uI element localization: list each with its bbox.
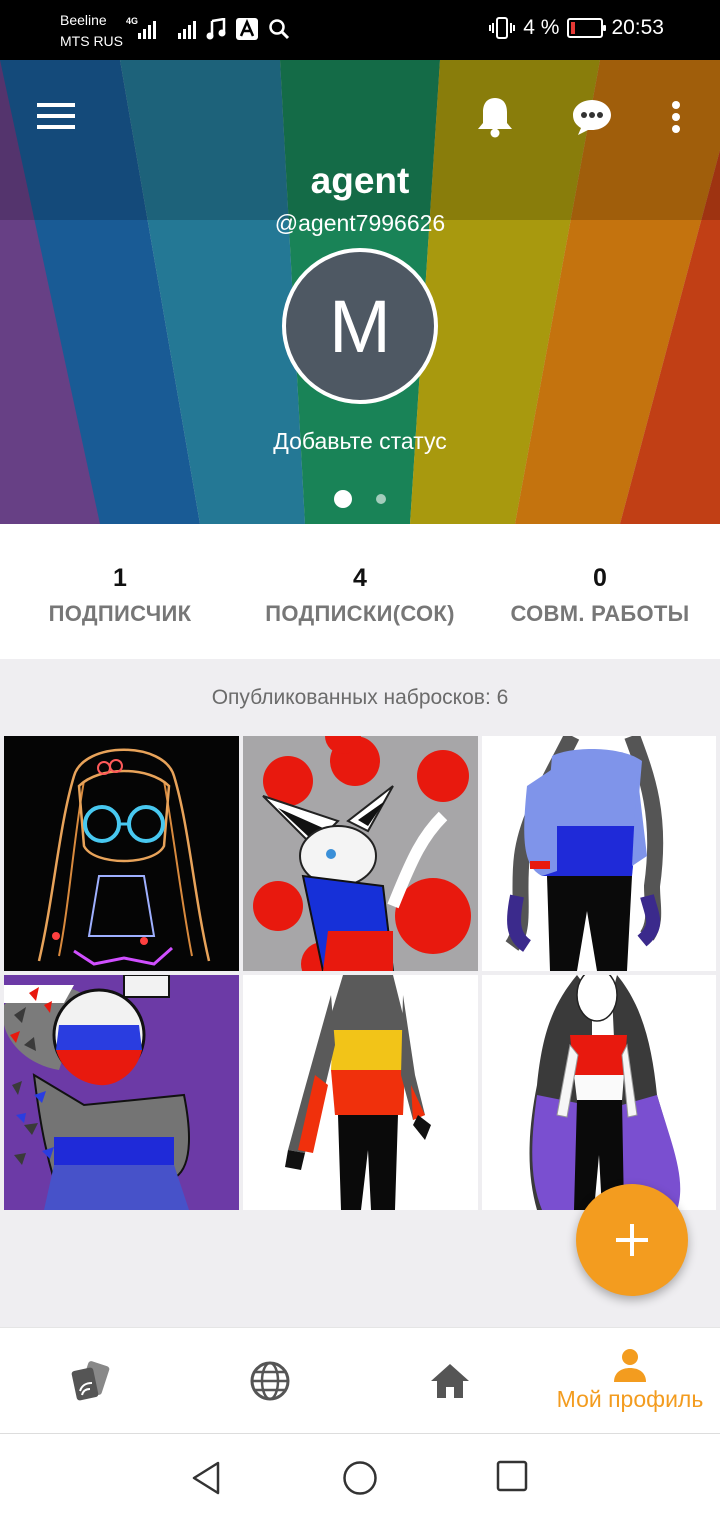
artwork-image	[482, 975, 716, 1210]
music-note-icon	[206, 18, 226, 40]
network-type: 4G	[126, 16, 139, 26]
artwork-thumbnail[interactable]	[482, 736, 716, 971]
cards-icon	[71, 1360, 110, 1400]
artwork-thumbnail[interactable]	[4, 736, 239, 971]
carrier-names: Beeline MTS RUS	[60, 10, 123, 52]
person-icon	[614, 1349, 646, 1382]
avatar-letter: M	[329, 284, 391, 368]
bottom-navigation: Мой профиль	[0, 1327, 720, 1433]
avatar[interactable]: M	[282, 248, 438, 404]
carrier-2: MTS RUS	[60, 33, 123, 49]
home-circle-icon[interactable]	[342, 1460, 378, 1496]
profile-stats: 1 ПОДПИСЧИК 4 ПОДПИСКИ(СОК) 0 СОВМ. РАБО…	[0, 524, 720, 659]
add-status-link[interactable]: Добавьте статус	[0, 428, 720, 455]
profile-name: agent	[310, 160, 410, 201]
status-bar: Beeline MTS RUS 4G 4 % 20:53	[0, 0, 720, 60]
stat-value: 0	[593, 564, 607, 592]
nav-item-my-profile[interactable]: Мой профиль	[540, 1328, 720, 1433]
profile-header: agent @agent7996626 M Добавьте статус	[0, 60, 720, 524]
home-icon	[431, 1363, 469, 1398]
back-icon[interactable]	[188, 1460, 224, 1496]
published-count: Опубликованных набросков: 6	[211, 686, 509, 709]
artworks-grid	[4, 736, 716, 1210]
signal-icon	[138, 17, 156, 39]
artwork-thumbnail[interactable]	[482, 975, 716, 1210]
recents-icon[interactable]	[496, 1460, 528, 1492]
nav-label-my-profile: Мой профиль	[556, 1386, 704, 1412]
artwork-image	[482, 736, 716, 971]
artwork-image	[4, 975, 239, 1210]
plus-icon	[616, 1224, 648, 1256]
signal-icon-2	[178, 17, 196, 39]
carrier-1: Beeline	[60, 12, 107, 28]
globe-icon	[250, 1361, 290, 1400]
menu-icon	[37, 103, 75, 129]
nav-item-explore[interactable]	[180, 1328, 360, 1433]
menu-button[interactable]	[30, 96, 82, 136]
more-options-button[interactable]	[656, 94, 696, 140]
profile-handle: @agent7996626	[274, 210, 446, 236]
stat-value: 1	[113, 564, 127, 592]
search-icon	[269, 19, 290, 40]
bell-icon	[478, 98, 512, 138]
notifications-button[interactable]	[470, 92, 520, 142]
page-dot[interactable]	[376, 494, 386, 504]
nav-item-feed[interactable]	[0, 1328, 180, 1433]
battery-icon	[567, 18, 607, 38]
stat-collabs[interactable]: 0 СОВМ. РАБОТЫ	[480, 524, 720, 659]
stat-value: 4	[353, 564, 367, 592]
artwork-image	[243, 975, 478, 1210]
messages-button[interactable]	[566, 92, 618, 142]
artwork-image	[243, 736, 478, 971]
status-right: 4 % 20:53	[489, 16, 664, 40]
artwork-thumbnail[interactable]	[243, 736, 478, 971]
chat-icon	[573, 100, 611, 135]
stat-following[interactable]: 4 ПОДПИСКИ(СОК)	[240, 524, 480, 659]
page-indicator	[0, 490, 720, 508]
notification-icons	[206, 18, 290, 40]
artwork-thumbnail[interactable]	[243, 975, 478, 1210]
system-navigation-bar	[0, 1433, 720, 1520]
stat-label: ПОДПИСЧИК	[48, 601, 192, 626]
vibrate-icon	[489, 17, 516, 39]
stat-label: ПОДПИСКИ(СОК)	[265, 601, 455, 626]
font-app-icon	[236, 18, 258, 40]
battery-percent: 4 %	[523, 16, 560, 39]
add-artwork-button[interactable]	[576, 1184, 688, 1296]
artwork-thumbnail[interactable]	[4, 975, 239, 1210]
page-dot-active[interactable]	[334, 490, 352, 508]
stat-label: СОВМ. РАБОТЫ	[510, 601, 690, 626]
artwork-image	[4, 736, 239, 971]
more-vert-icon	[672, 101, 680, 133]
nav-item-home[interactable]	[360, 1328, 540, 1433]
clock: 20:53	[611, 16, 664, 39]
stat-followers[interactable]: 1 ПОДПИСЧИК	[0, 524, 240, 659]
